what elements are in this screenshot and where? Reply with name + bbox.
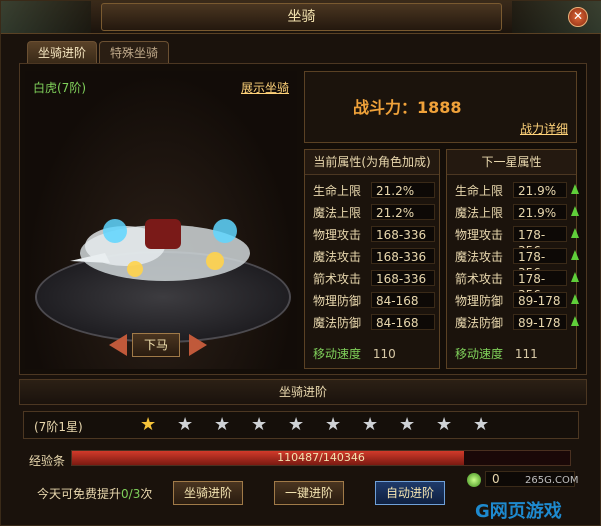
next-mount-arrow-icon[interactable] <box>189 334 207 356</box>
show-mount-link[interactable]: 展示坐骑 <box>241 79 289 96</box>
attribute-value: 21.2% <box>371 182 435 198</box>
attribute-value: 21.9% <box>513 204 567 220</box>
window-title: 坐骑 <box>101 3 502 31</box>
attribute-label: 魔法攻击 <box>313 250 362 264</box>
empty-star-icon: ★ <box>362 414 379 435</box>
mount-window: 坐骑 ✕ 坐骑进阶 特殊坐骑 白虎(7阶) 展示坐骑 下马 战斗力：1888 战… <box>0 0 601 526</box>
increase-arrow-icon <box>571 294 579 304</box>
attribute-value: 84-168 <box>371 314 435 330</box>
exp-progress-bar: 110487/140346 <box>71 450 571 466</box>
title-bar[interactable]: 坐骑 ✕ <box>1 1 601 34</box>
increase-arrow-icon <box>571 184 579 194</box>
attribute-label: 魔法攻击 <box>455 250 504 264</box>
current-attributes-panel: 当前属性(为角色加成) 生命上限 21.2% 魔法上限 21.2% 物理攻击 168-33… <box>304 149 440 369</box>
attribute-label: 生命上限 <box>455 184 504 198</box>
empty-star-icon: ★ <box>177 414 194 435</box>
attribute-value: 168-336 <box>371 248 435 264</box>
advance-section-title: 坐骑进阶 <box>19 379 587 405</box>
power-detail-link[interactable]: 战力详细 <box>520 120 568 137</box>
attribute-value: 168-336 <box>371 226 435 242</box>
star-level-text: (7阶1星) <box>34 420 83 434</box>
empty-star-icon: ★ <box>288 414 305 435</box>
exp-label: 经验条 <box>29 454 66 468</box>
attribute-label: 物理攻击 <box>313 228 362 242</box>
attribute-value: 21.2% <box>371 204 435 220</box>
combat-power-panel: 战斗力：1888 战力详细 <box>304 71 577 143</box>
tab-mount-advance[interactable]: 坐骑进阶 <box>27 41 98 63</box>
free-upgrade-suffix: 次 <box>140 487 153 501</box>
move-speed-label: 移动速度 <box>455 347 504 361</box>
attribute-value: 178-356 <box>513 248 567 280</box>
attribute-label: 生命上限 <box>313 184 362 198</box>
empty-star-icon: ★ <box>214 414 231 435</box>
next-star-attributes-header: 下一星属性 <box>447 150 576 175</box>
move-speed-value: 110 <box>372 347 396 361</box>
attribute-label: 魔法防御 <box>313 316 362 330</box>
attribute-value: 178-356 <box>513 226 567 258</box>
attribute-label: 物理防御 <box>313 294 362 308</box>
increase-arrow-icon <box>571 316 579 326</box>
free-upgrade-prefix: 今天可免费提升 <box>37 487 122 501</box>
tab-special-mount[interactable]: 特殊坐骑 <box>99 41 170 63</box>
attribute-value: 89-178 <box>513 292 567 308</box>
increase-arrow-icon <box>571 228 579 238</box>
attribute-value: 168-336 <box>371 270 435 286</box>
current-attributes-header: 当前属性(为角色加成) <box>305 150 439 175</box>
attribute-label: 魔法上限 <box>455 206 504 220</box>
gem-icon <box>467 473 481 487</box>
move-speed-value: 111 <box>514 347 538 361</box>
empty-star-icon: ★ <box>399 414 416 435</box>
attribute-label: 魔法防御 <box>455 316 504 330</box>
filled-star-icon: ★ <box>140 414 157 435</box>
current-move-speed: 移动速度 110 <box>313 345 396 362</box>
next-move-speed: 移动速度 111 <box>455 345 538 362</box>
attribute-label: 物理攻击 <box>455 228 504 242</box>
previous-mount-arrow-icon[interactable] <box>109 334 127 356</box>
mount-preview: 白虎(7阶) 展示坐骑 下马 <box>25 71 297 369</box>
free-upgrade-text: 今天可免费提升0/3次 <box>37 485 152 502</box>
attribute-value: 21.9% <box>513 182 567 198</box>
increase-arrow-icon <box>571 272 579 282</box>
attribute-label: 箭术攻击 <box>455 272 504 286</box>
empty-star-icon: ★ <box>325 414 342 435</box>
one-click-advance-button[interactable]: 一键进阶 <box>274 481 344 505</box>
empty-star-icon: ★ <box>473 414 490 435</box>
attribute-label: 魔法上限 <box>313 206 362 220</box>
mount-advance-button[interactable]: 坐骑进阶 <box>173 481 243 505</box>
empty-star-icon: ★ <box>251 414 268 435</box>
attribute-value: 84-168 <box>371 292 435 308</box>
increase-arrow-icon <box>571 206 579 216</box>
dismount-button[interactable]: 下马 <box>132 333 180 357</box>
attribute-value: 89-178 <box>513 314 567 330</box>
free-upgrade-count: 0/3 <box>121 487 141 501</box>
dragon-ornament-left <box>1 1 91 33</box>
mount-name: 白虎(7阶) <box>33 81 86 95</box>
white-tiger-mount-image <box>70 219 250 281</box>
move-speed-label: 移动速度 <box>313 347 362 361</box>
watermark-small: 265G.COM <box>525 475 579 486</box>
exp-progress-text: 110487/140346 <box>277 451 365 464</box>
empty-star-icon: ★ <box>436 414 453 435</box>
combat-power-value: 战斗力：1888 <box>353 98 462 117</box>
increase-arrow-icon <box>571 250 579 260</box>
auto-advance-button[interactable]: 自动进阶 <box>375 481 445 505</box>
next-star-attributes-panel: 下一星属性 生命上限 21.9% 魔法上限 21.9% 物理攻击 178-356 魔法攻击 1… <box>446 149 579 369</box>
site-watermark: 265G.COM G网页游戏 <box>475 475 579 523</box>
star-level-row: (7阶1星) ★ ★ ★ ★ ★ ★ ★ ★ ★ ★ <box>23 411 579 439</box>
close-icon[interactable]: ✕ <box>568 7 588 27</box>
attribute-label: 箭术攻击 <box>313 272 362 286</box>
attribute-value: 178-356 <box>513 270 567 302</box>
attribute-label: 物理防御 <box>455 294 504 308</box>
watermark-text: G网页游戏 <box>475 501 562 522</box>
